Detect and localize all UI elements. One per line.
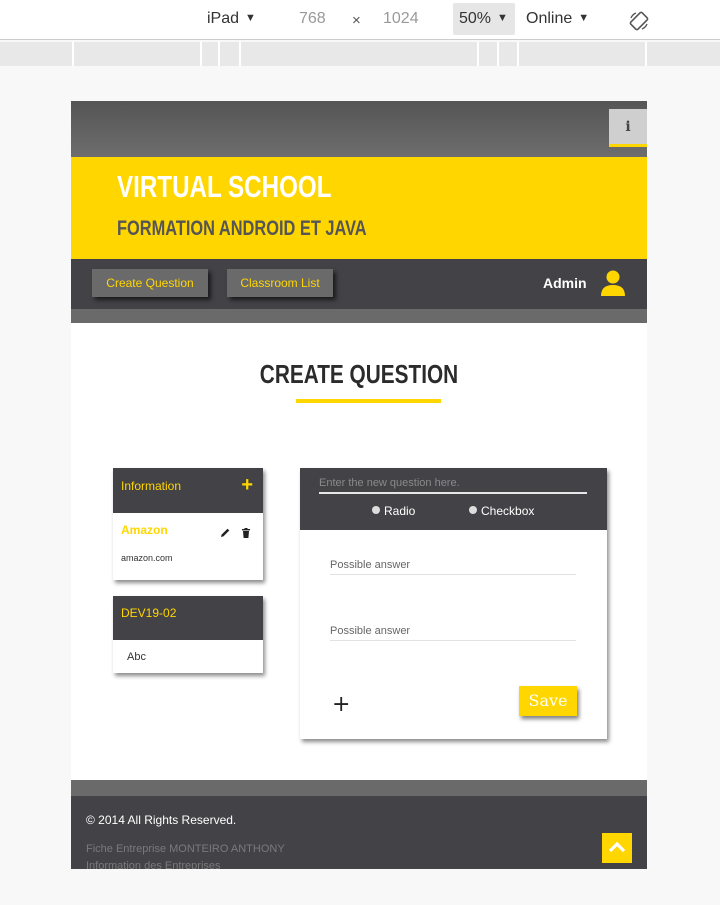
- add-answer-button[interactable]: +: [332, 692, 350, 717]
- times-icon: ×: [352, 12, 361, 29]
- checkbox-option[interactable]: Checkbox: [469, 504, 534, 518]
- question-input[interactable]: [319, 474, 587, 494]
- classroom-card-header[interactable]: DEV19-02: [113, 596, 263, 640]
- network-select[interactable]: Online ▼: [526, 10, 589, 28]
- footer-line-1[interactable]: Fiche Entreprise MONTEIRO ANTHONY: [86, 843, 285, 855]
- zoom-value: 50%: [459, 10, 492, 27]
- user-icon[interactable]: [599, 269, 627, 297]
- rotate-icon[interactable]: [628, 10, 650, 32]
- zoom-select[interactable]: 50% ▼: [459, 10, 508, 28]
- footer-strip: [71, 780, 647, 796]
- chevron-up-icon: [608, 841, 626, 853]
- height-field[interactable]: 1024: [383, 10, 419, 28]
- radio-dot-icon[interactable]: [469, 506, 477, 514]
- chevron-down-icon: ▼: [497, 12, 508, 24]
- navbar: Create Question Classroom List Admin: [71, 259, 647, 309]
- chevron-down-icon: ▼: [578, 12, 590, 24]
- device-toolbar: iPad ▼ 768 × 1024 50% ▼ Online ▼: [0, 0, 720, 40]
- device-select[interactable]: iPad ▼: [207, 10, 256, 28]
- copyright-text: © 2014 All Rights Reserved.: [86, 813, 237, 827]
- information-card-header: Information +: [113, 468, 263, 513]
- device-viewport: i VIRTUAL SCHOOL FORMATION ANDROID ET JA…: [71, 101, 647, 869]
- classroom-item[interactable]: Abc: [113, 640, 263, 673]
- possible-answer-input-1[interactable]: [330, 555, 576, 575]
- brand-title[interactable]: VIRTUAL SCHOOL: [117, 169, 332, 205]
- classroom-item-label: Abc: [127, 651, 146, 663]
- scroll-top-button[interactable]: [602, 833, 632, 863]
- amazon-item[interactable]: Amazon amazon.com: [113, 513, 263, 580]
- info-button[interactable]: i: [609, 109, 647, 147]
- top-bar: i: [71, 101, 647, 157]
- question-form-card: Radio Checkbox + Save: [300, 468, 607, 739]
- device-name: iPad: [207, 10, 240, 27]
- radio-dot-icon[interactable]: [372, 506, 380, 514]
- amazon-title[interactable]: Amazon: [121, 523, 168, 537]
- question-form-header: Radio Checkbox: [300, 468, 607, 530]
- create-question-button[interactable]: Create Question: [92, 269, 208, 297]
- radio-option-label: Radio: [384, 504, 416, 518]
- trash-icon[interactable]: [240, 527, 252, 539]
- site-footer: © 2014 All Rights Reserved. Fiche Entrep…: [71, 796, 647, 869]
- amazon-url: amazon.com: [121, 553, 173, 563]
- user-name[interactable]: Admin: [543, 275, 587, 291]
- network-value: Online: [526, 10, 573, 27]
- chevron-down-icon: ▼: [245, 12, 256, 24]
- footer-line-2[interactable]: Information des Entreprises: [86, 860, 221, 869]
- classroom-card-title: DEV19-02: [121, 606, 177, 620]
- pencil-icon[interactable]: [219, 527, 231, 539]
- save-button[interactable]: Save: [519, 686, 577, 716]
- classroom-card: DEV19-02 Abc: [113, 596, 263, 673]
- nav-substrip: [71, 309, 647, 323]
- information-card-title: Information: [121, 479, 182, 493]
- information-card: Information + Amazon amazon.com: [113, 468, 263, 580]
- media-query-ruler: [0, 42, 720, 66]
- site-header: VIRTUAL SCHOOL FORMATION ANDROID ET JAVA: [71, 157, 647, 259]
- width-field[interactable]: 768: [299, 10, 326, 28]
- title-underline: [296, 399, 441, 403]
- checkbox-option-label: Checkbox: [481, 504, 535, 518]
- classroom-list-button[interactable]: Classroom List: [227, 269, 333, 297]
- add-icon[interactable]: +: [241, 474, 253, 497]
- brand-subtitle: FORMATION ANDROID ET JAVA: [117, 217, 367, 240]
- possible-answer-input-2[interactable]: [330, 621, 576, 641]
- radio-option[interactable]: Radio: [372, 504, 415, 518]
- page-title: CREATE QUESTION: [259, 359, 459, 389]
